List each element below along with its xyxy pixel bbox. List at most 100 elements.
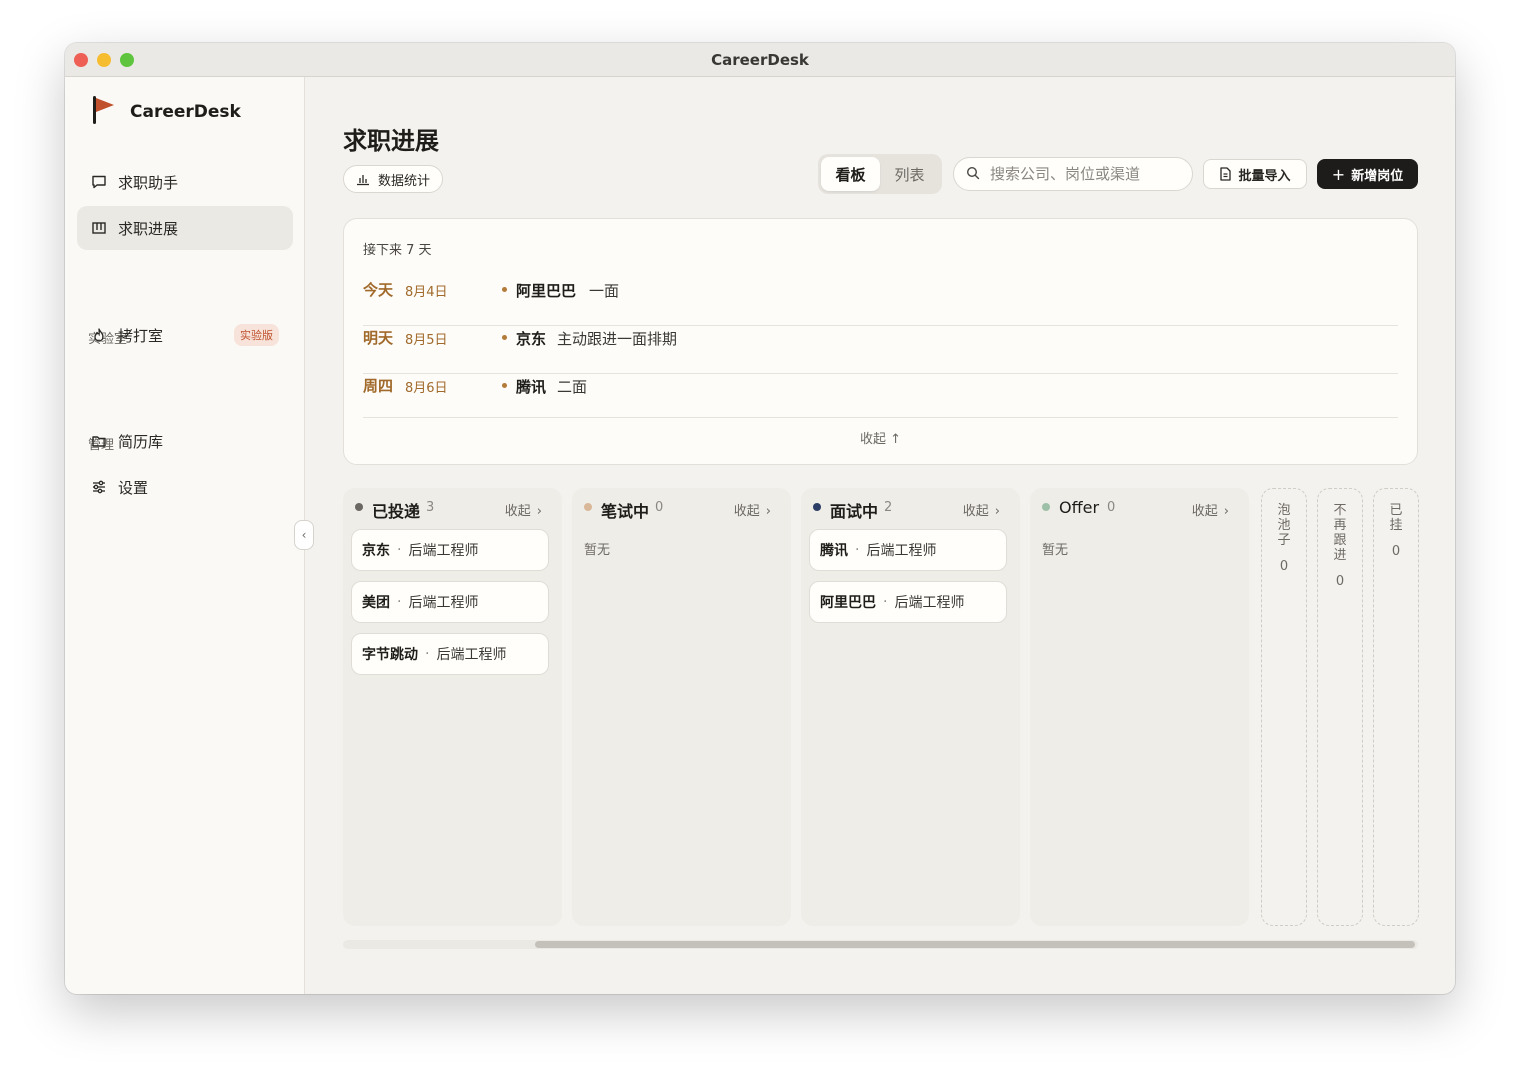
card-company: 字节跳动 bbox=[362, 647, 418, 663]
status-dot bbox=[813, 503, 821, 511]
bar-chart-icon bbox=[356, 172, 370, 186]
card-separator: · bbox=[883, 594, 888, 610]
upcoming-company: 阿里巴巴 bbox=[516, 282, 577, 300]
bullet-dot bbox=[502, 335, 507, 340]
main-content: 求职进展 数据统计 看板 列表 搜索公司、岗位或渠道 批量导入 + 新增岗位 接… bbox=[306, 77, 1455, 994]
fold-label: 收起 bbox=[504, 504, 531, 519]
card-separator: · bbox=[397, 594, 402, 610]
fold-label: 收起 bbox=[962, 504, 989, 519]
flame-icon bbox=[90, 326, 108, 344]
column-header: Offer 0 收起 › bbox=[1041, 498, 1239, 519]
kanban-icon bbox=[90, 219, 108, 237]
search-box bbox=[953, 157, 1193, 191]
job-card[interactable]: 腾讯 · 后端工程师 bbox=[809, 529, 1007, 571]
column-title: 已投递 bbox=[372, 502, 421, 521]
document-icon bbox=[1219, 167, 1232, 181]
upcoming-company: 腾讯 bbox=[516, 378, 547, 396]
column-count: 2 bbox=[884, 500, 893, 515]
card-separator: · bbox=[855, 542, 860, 558]
job-card[interactable]: 阿里巴巴 · 后端工程师 bbox=[809, 581, 1007, 623]
fold-column-button[interactable]: 收起 › bbox=[963, 500, 1000, 519]
brand[interactable]: CareerDesk bbox=[90, 96, 241, 127]
card-separator: · bbox=[425, 646, 430, 662]
fold-column-button[interactable]: 收起 › bbox=[505, 500, 542, 519]
chat-icon bbox=[90, 173, 108, 191]
upcoming-detail: 二面 bbox=[557, 378, 588, 396]
stats-button-label: 数据统计 bbox=[378, 173, 431, 189]
card-role: 后端工程师 bbox=[408, 543, 479, 559]
column-header: 已投递 3 收起 › bbox=[354, 498, 552, 521]
status-dot bbox=[355, 503, 363, 511]
card-company: 阿里巴巴 bbox=[820, 595, 876, 611]
column-header: 笔试中 0 收起 › bbox=[583, 498, 781, 521]
sidebar-item-label: 拷打室 bbox=[118, 326, 164, 345]
bulk-import-button[interactable]: 批量导入 bbox=[1203, 159, 1307, 189]
sidebar-item-progress[interactable]: 求职进展 bbox=[77, 206, 293, 250]
fold-label: 收起 bbox=[733, 504, 760, 519]
empty-state: 暂无 bbox=[584, 543, 611, 558]
card-role: 后端工程师 bbox=[894, 595, 965, 611]
upcoming-row[interactable]: 周四 8月6日 腾讯 二面 bbox=[363, 375, 1398, 422]
upcoming-detail: 一面 bbox=[589, 282, 620, 300]
bullet-dot bbox=[502, 287, 507, 292]
fold-label: 收起 bbox=[1191, 504, 1218, 519]
collapsed-column-title: 泡池子 bbox=[1277, 503, 1291, 548]
sidebar-item-assistant[interactable]: 求职助手 bbox=[77, 160, 293, 204]
upcoming-company: 京东 bbox=[516, 330, 547, 348]
card-separator: · bbox=[397, 542, 402, 558]
column-title: Offer bbox=[1059, 498, 1100, 517]
bulk-import-label: 批量导入 bbox=[1238, 168, 1291, 184]
job-card[interactable]: 字节跳动 · 后端工程师 bbox=[351, 633, 549, 675]
sidebar-item-label: 设置 bbox=[118, 478, 149, 497]
job-card[interactable]: 京东 · 后端工程师 bbox=[351, 529, 549, 571]
collapsed-column-count: 0 bbox=[1391, 544, 1401, 559]
upcoming-panel: 接下来 7 天 今天 8月4日 阿里巴巴 一面 明天 8月5日 京东 主动跟进一… bbox=[343, 218, 1418, 465]
fold-column-button[interactable]: 收起 › bbox=[1192, 500, 1229, 519]
add-position-button[interactable]: + 新增岗位 bbox=[1317, 159, 1418, 189]
collapsed-column-not-following[interactable]: 不再跟进 0 bbox=[1317, 488, 1363, 926]
collapsed-column-title: 已挂 bbox=[1389, 503, 1403, 533]
bullet-dot bbox=[502, 383, 507, 388]
sidebar-item-resumes[interactable]: 简历库 bbox=[77, 419, 293, 463]
column-count: 0 bbox=[655, 500, 664, 515]
fold-column-button[interactable]: 收起 › bbox=[734, 500, 771, 519]
job-card[interactable]: 美团 · 后端工程师 bbox=[351, 581, 549, 623]
card-role: 后端工程师 bbox=[408, 595, 479, 611]
upcoming-row[interactable]: 今天 8月4日 阿里巴巴 一面 bbox=[363, 279, 1398, 326]
collapsed-column-rejected[interactable]: 已挂 0 bbox=[1373, 488, 1419, 926]
collapsed-column-count: 0 bbox=[1335, 574, 1345, 589]
sidebar-item-label: 简历库 bbox=[118, 432, 164, 451]
scrollbar-thumb[interactable] bbox=[535, 941, 1415, 948]
board-column-interviewing: 面试中 2 收起 › 腾讯 · 后端工程师 阿里巴巴 · 后端工程师 bbox=[801, 488, 1020, 926]
tab-board[interactable]: 看板 bbox=[821, 157, 880, 191]
status-dot bbox=[1042, 503, 1050, 511]
card-role: 后端工程师 bbox=[866, 543, 937, 559]
board-column-offer: Offer 0 收起 › 暂无 bbox=[1030, 488, 1249, 926]
sidebar: CareerDesk 求职助手 求职进展 实验室 拷打室 实验版 管理 简历库 … bbox=[65, 77, 305, 994]
collapse-upcoming-button[interactable]: 收起 ↑ bbox=[344, 428, 1417, 447]
column-title: 笔试中 bbox=[601, 502, 650, 521]
search-input[interactable] bbox=[990, 165, 1180, 183]
board-column-written-test: 笔试中 0 收起 › 暂无 bbox=[572, 488, 791, 926]
title-bar: CareerDesk bbox=[65, 43, 1455, 77]
upcoming-detail: 主动跟进一面排期 bbox=[557, 330, 678, 348]
collapsed-column-pool[interactable]: 泡池子 0 bbox=[1261, 488, 1307, 926]
tab-list[interactable]: 列表 bbox=[880, 157, 939, 191]
stats-button[interactable]: 数据统计 bbox=[343, 165, 444, 193]
sidebar-item-grill-room[interactable]: 拷打室 实验版 bbox=[77, 313, 293, 357]
chevron-right-icon: › bbox=[765, 504, 771, 519]
chevron-right-icon: › bbox=[1223, 504, 1229, 519]
divider bbox=[363, 417, 1398, 418]
upcoming-row[interactable]: 明天 8月5日 京东 主动跟进一面排期 bbox=[363, 327, 1398, 374]
sidebar-item-settings[interactable]: 设置 bbox=[77, 465, 293, 509]
page-title: 求职进展 bbox=[343, 127, 439, 155]
card-company: 京东 bbox=[362, 543, 390, 559]
column-title: 面试中 bbox=[830, 502, 879, 521]
chevron-right-icon: › bbox=[994, 504, 1000, 519]
folder-icon bbox=[90, 432, 108, 450]
card-role: 后端工程师 bbox=[436, 647, 507, 663]
brand-name: CareerDesk bbox=[130, 102, 241, 122]
sidebar-item-label: 求职助手 bbox=[118, 173, 179, 192]
horizontal-scrollbar[interactable] bbox=[343, 940, 1418, 949]
upcoming-day: 明天 bbox=[363, 329, 394, 347]
